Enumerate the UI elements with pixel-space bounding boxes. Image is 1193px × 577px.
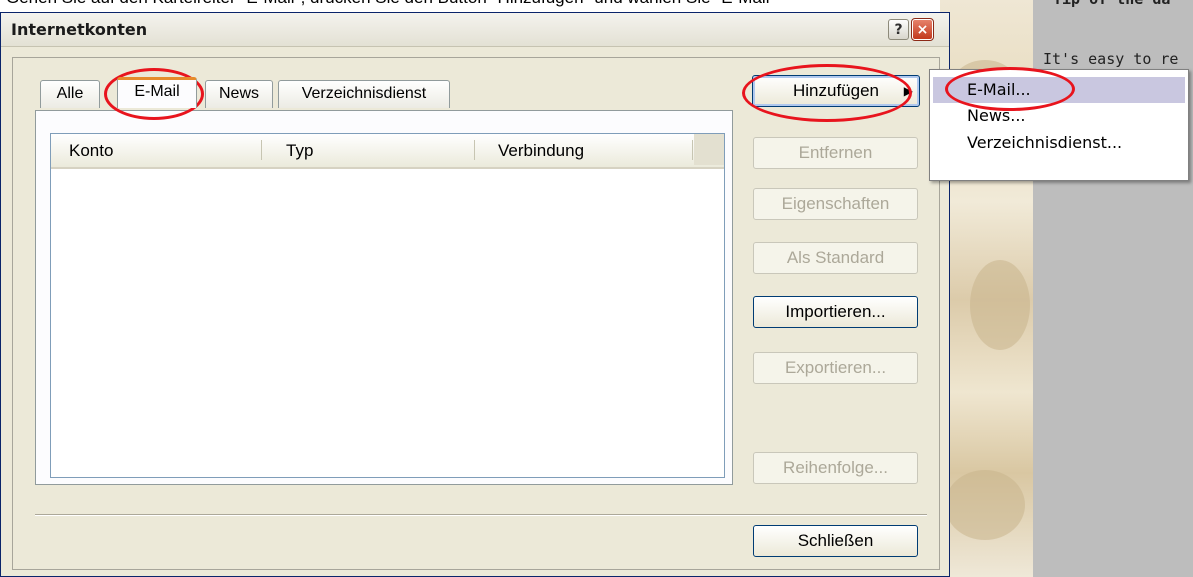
add-button[interactable]: Hinzufügen ▶ [752, 75, 920, 107]
close-button[interactable]: Schließen [753, 525, 918, 557]
list-header: Konto Typ Verbindung [51, 134, 724, 169]
import-button[interactable]: Importieren... [753, 296, 918, 328]
close-window-button[interactable]: × [911, 18, 934, 41]
order-button[interactable]: Reihenfolge... [753, 452, 918, 484]
tab-verzeichnisdienst[interactable]: Verzeichnisdienst [278, 80, 450, 108]
remove-button[interactable]: Entfernen [753, 137, 918, 169]
header-filler [694, 134, 724, 165]
tab-news[interactable]: News [205, 80, 273, 108]
add-button-label: Hinzufügen [792, 81, 879, 100]
tip-title: Tip of the da [1053, 0, 1170, 8]
column-header-konto[interactable]: Konto [69, 134, 113, 165]
column-separator[interactable] [261, 140, 262, 160]
column-header-typ[interactable]: Typ [286, 134, 313, 165]
add-submenu: E-Mail... News... Verzeichnisdienst... [929, 69, 1189, 181]
column-separator[interactable] [692, 140, 693, 160]
tab-alle[interactable]: Alle [40, 80, 100, 108]
menu-item-news[interactable]: News... [933, 103, 1185, 129]
menu-item-verzeichnisdienst[interactable]: Verzeichnisdienst... [933, 130, 1185, 156]
export-button[interactable]: Exportieren... [753, 352, 918, 384]
menu-item-email[interactable]: E-Mail... [933, 77, 1185, 103]
accounts-list[interactable]: Konto Typ Verbindung [50, 133, 725, 478]
instruction-caption: Gehen Sie auf den Karteireiter "E-Mail",… [6, 0, 776, 8]
help-button[interactable]: ? [888, 19, 909, 40]
column-separator[interactable] [474, 140, 475, 160]
window-title: Internetkonten [11, 20, 148, 39]
set-default-button[interactable]: Als Standard [753, 242, 918, 274]
tab-email[interactable]: E-Mail [117, 77, 197, 108]
properties-button[interactable]: Eigenschaften [753, 188, 918, 220]
help-icon: ? [894, 22, 903, 38]
submenu-arrow-icon: ▶ [903, 84, 913, 98]
divider [35, 514, 927, 516]
tip-text: It's easy to re [1043, 50, 1179, 68]
column-header-verbindung[interactable]: Verbindung [498, 134, 584, 165]
title-bar: Internetkonten ? × [1, 13, 949, 47]
close-icon: × [916, 22, 929, 38]
